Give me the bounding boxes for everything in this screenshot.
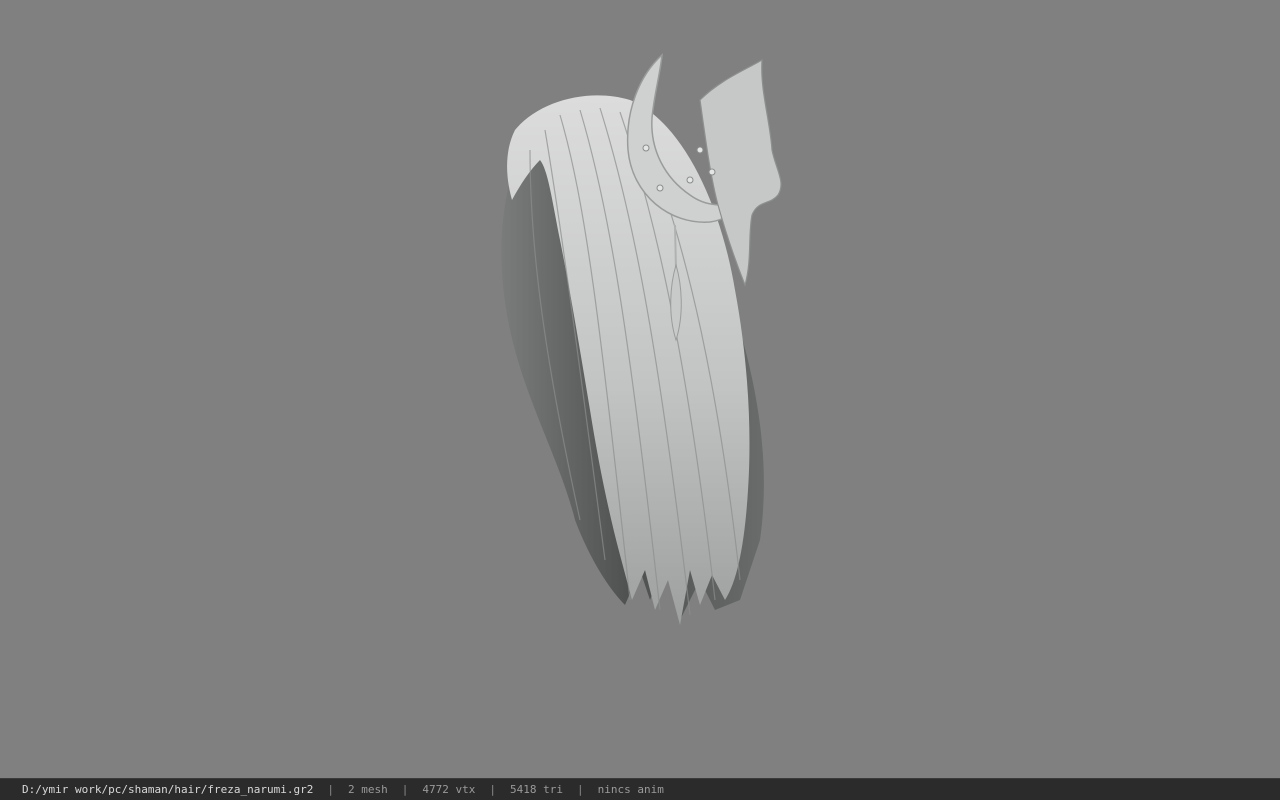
triangle-count: 5418 tri [510, 783, 563, 796]
file-path: D:/ymir work/pc/shaman/hair/freza_narumi… [22, 783, 314, 796]
vertex-count: 4772 vtx [422, 783, 476, 796]
mesh-count: 2 mesh [348, 783, 388, 796]
status-separator: | [577, 783, 584, 796]
status-separator: | [327, 783, 335, 796]
3d-viewport[interactable] [0, 0, 1280, 778]
status-bar: D:/ymir work/pc/shaman/hair/freza_narumi… [0, 778, 1280, 800]
hair-mesh-icon[interactable] [0, 0, 1280, 778]
pendant-string [674, 224, 677, 271]
status-separator: | [401, 783, 409, 796]
status-separator: | [489, 783, 497, 796]
anim-status: nincs anim [597, 783, 664, 796]
